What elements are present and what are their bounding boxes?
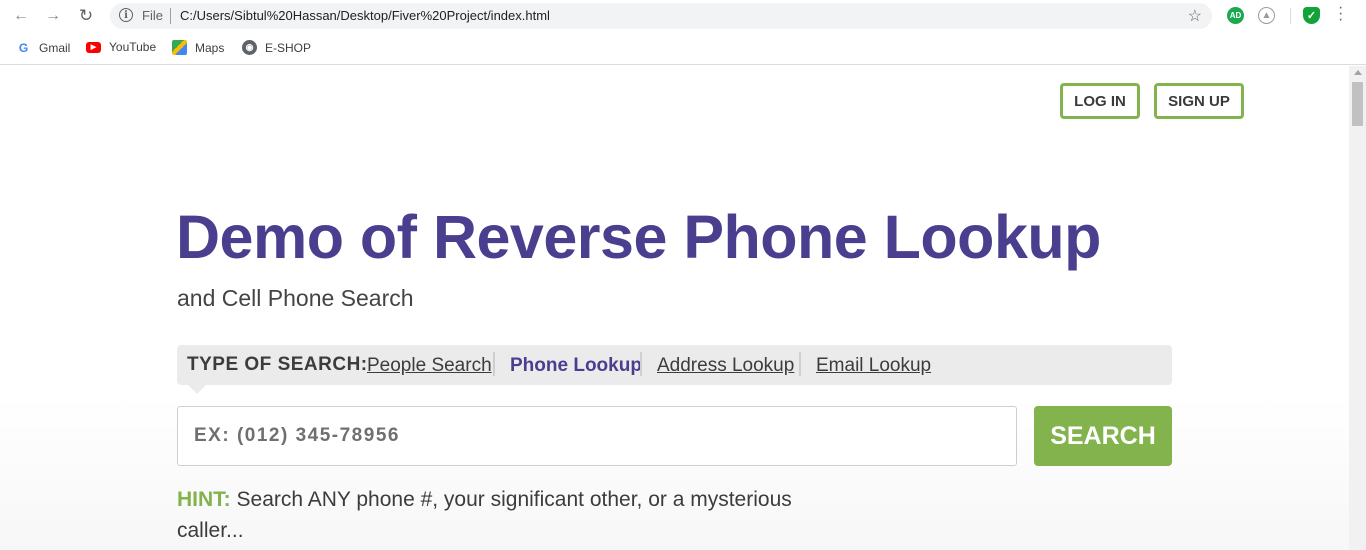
browser-menu-icon[interactable]: · · · <box>1338 0 1343 28</box>
hint-body: Search ANY phone #, your significant oth… <box>177 488 792 542</box>
scroll-up-icon[interactable] <box>1354 70 1362 75</box>
tab-divider <box>799 352 801 376</box>
omnibox-divider <box>170 8 171 24</box>
url-text[interactable]: C:/Users/Sibtul%20Hassan/Desktop/Fiver%2… <box>180 8 550 23</box>
phone-search-input[interactable] <box>177 406 1017 466</box>
search-type-label: TYPE OF SEARCH: <box>187 354 368 375</box>
shield-check-icon[interactable]: ✓ <box>1303 7 1320 24</box>
gmail-icon: G <box>18 40 29 55</box>
bookmark-eshop[interactable]: ◉ E-SHOP <box>242 40 311 55</box>
reload-icon[interactable]: ↻ <box>76 6 96 26</box>
browser-toolbar: ← → ↻ i File C:/Users/Sibtul%20Hassan/De… <box>0 0 1366 32</box>
signup-button[interactable]: SIGN UP <box>1154 83 1244 119</box>
profile-extension-icon[interactable]: ▲ <box>1258 7 1275 24</box>
back-arrow-icon[interactable]: ← <box>11 6 31 26</box>
bookmark-maps[interactable]: Maps <box>172 40 224 55</box>
tab-people-search[interactable]: People Search <box>367 355 492 377</box>
bookmarks-bar: G Gmail ▶ YouTube Maps ◉ E-SHOP <box>0 32 1366 65</box>
page-title: Demo of Reverse Phone Lookup <box>176 203 1101 271</box>
hint-label: HINT: <box>177 488 231 511</box>
adblock-extension-icon[interactable]: AD <box>1227 7 1244 24</box>
bookmark-label: Maps <box>195 40 225 55</box>
forward-arrow-icon[interactable]: → <box>43 6 63 26</box>
bookmark-youtube[interactable]: ▶ YouTube <box>86 40 156 54</box>
tab-divider <box>493 352 495 376</box>
globe-icon: ◉ <box>242 40 257 55</box>
info-icon[interactable]: i <box>119 8 133 22</box>
maps-icon <box>172 40 187 55</box>
login-button[interactable]: LOG IN <box>1060 83 1140 119</box>
search-button[interactable]: SEARCH <box>1034 406 1172 466</box>
bookmark-star-icon[interactable]: ☆ <box>1188 6 1202 26</box>
search-type-bar: TYPE OF SEARCH: People Search Phone Look… <box>177 345 1172 385</box>
page-viewport: LOG IN SIGN UP Demo of Reverse Phone Loo… <box>0 66 1349 550</box>
tab-address-lookup[interactable]: Address Lookup <box>657 355 794 377</box>
tab-email-lookup[interactable]: Email Lookup <box>816 355 931 377</box>
page-subtitle: and Cell Phone Search <box>177 285 414 311</box>
adblock-extension-label: AD <box>1229 11 1242 20</box>
bookmark-gmail[interactable]: G Gmail <box>16 40 71 55</box>
youtube-icon: ▶ <box>86 41 101 53</box>
active-tab-pointer <box>188 385 206 394</box>
extension-divider <box>1290 8 1291 24</box>
hint-text: HINT: Search ANY phone #, your significa… <box>177 484 827 546</box>
bookmark-label: E-SHOP <box>265 40 312 55</box>
tab-divider <box>640 352 642 376</box>
address-bar[interactable]: i File C:/Users/Sibtul%20Hassan/Desktop/… <box>110 3 1212 29</box>
bookmark-label: YouTube <box>109 40 157 54</box>
vertical-scrollbar[interactable] <box>1349 66 1366 550</box>
scrollbar-thumb[interactable] <box>1352 82 1363 126</box>
file-scheme-label: File <box>142 8 163 23</box>
tab-phone-lookup[interactable]: Phone Lookup <box>510 355 642 377</box>
bookmark-label: Gmail <box>39 40 71 55</box>
